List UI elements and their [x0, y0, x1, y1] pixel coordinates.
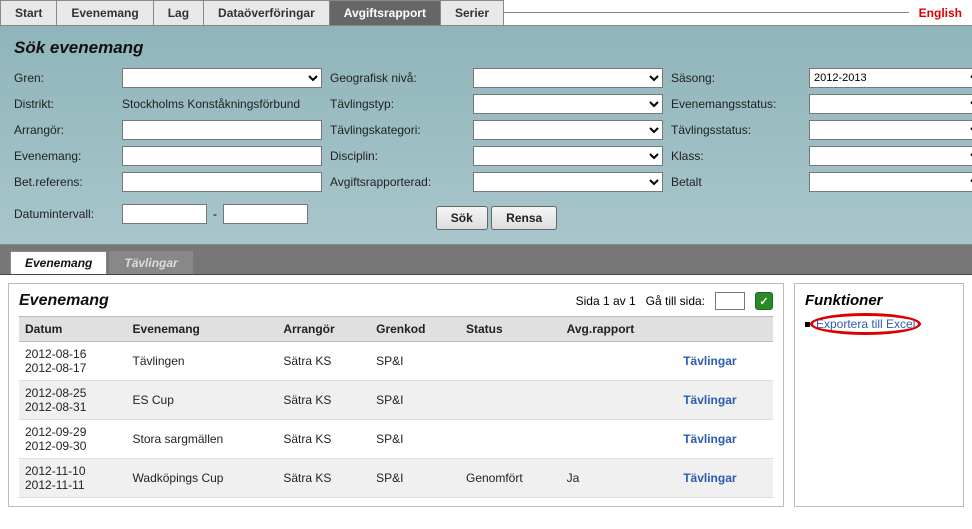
page-input[interactable] — [715, 292, 745, 310]
label-tavtyp: Tävlingstyp: — [330, 97, 465, 111]
language-toggle[interactable]: English — [909, 1, 972, 25]
export-excel-link[interactable]: Exportera till Excel — [816, 317, 915, 331]
label-tavstatus: Tävlingsstatus: — [671, 123, 801, 137]
label-evstatus: Evenemangsstatus: — [671, 97, 801, 111]
cell-avg — [561, 420, 678, 459]
tavlingar-link[interactable]: Tävlingar — [683, 354, 736, 368]
select-tavkat[interactable] — [473, 120, 663, 140]
select-evstatus[interactable] — [809, 94, 972, 114]
search-panel: Sök evenemang Gren: Geografisk nivå: Säs… — [0, 26, 972, 245]
input-betref[interactable] — [122, 172, 322, 192]
cell-date: 2012-09-292012-09-30 — [19, 420, 127, 459]
functions-title: Funktioner — [805, 292, 953, 309]
th-link — [677, 317, 773, 342]
select-gren[interactable] — [122, 68, 322, 88]
nav-lag[interactable]: Lag — [153, 0, 204, 25]
search-title: Sök evenemang — [14, 38, 958, 58]
label-betref: Bet.referens: — [14, 175, 114, 189]
tavlingar-link[interactable]: Tävlingar — [683, 471, 736, 485]
subtab-tavlingar[interactable]: Tävlingar — [109, 251, 192, 274]
label-arrangor: Arrangör: — [14, 123, 114, 137]
input-date-from[interactable] — [122, 204, 207, 224]
label-betalt: Betalt — [671, 175, 801, 189]
label-distrikt: Distrikt: — [14, 97, 114, 111]
label-geoniva: Geografisk nivå: — [330, 71, 465, 85]
cell-arrangor: Sätra KS — [277, 459, 370, 498]
tavlingar-link[interactable]: Tävlingar — [683, 432, 736, 446]
results-panel: Evenemang Sida 1 av 1 Gå till sida: ✓ Da… — [8, 283, 784, 507]
select-klass[interactable] — [809, 146, 972, 166]
select-avgrap[interactable] — [473, 172, 663, 192]
table-row: 2012-09-292012-09-30Stora sargmällenSätr… — [19, 420, 773, 459]
th-grenkod: Grenkod — [370, 317, 460, 342]
cell-avg — [561, 381, 678, 420]
label-datum: Datumintervall: — [14, 207, 114, 221]
rensa-button[interactable]: Rensa — [491, 206, 557, 230]
sok-button[interactable]: Sök — [436, 206, 488, 230]
cell-status: Genomfört — [460, 459, 561, 498]
label-tavkat: Tävlingskategori: — [330, 123, 465, 137]
cell-status — [460, 381, 561, 420]
table-row: 2012-08-162012-08-17TävlingenSätra KSSP&… — [19, 342, 773, 381]
cell-name: Tävlingen — [127, 342, 278, 381]
select-tavtyp[interactable] — [473, 94, 663, 114]
th-datum: Datum — [19, 317, 127, 342]
cell-grenkod: SP&I — [370, 459, 460, 498]
results-table: Datum Evenemang Arrangör Grenkod Status … — [19, 316, 773, 498]
results-title: Evenemang — [19, 292, 109, 310]
sub-tabs: Evenemang Tävlingar — [0, 245, 972, 275]
cell-name: Wadköpings Cup — [127, 459, 278, 498]
nav-dataoverforingar[interactable]: Dataöverföringar — [203, 0, 330, 25]
cell-avg: Ja — [561, 459, 678, 498]
label-evenemang: Evenemang: — [14, 149, 114, 163]
select-disciplin[interactable] — [473, 146, 663, 166]
select-betalt[interactable] — [809, 172, 972, 192]
select-tavstatus[interactable] — [809, 120, 972, 140]
cell-status — [460, 420, 561, 459]
subtab-evenemang[interactable]: Evenemang — [10, 251, 107, 274]
main-nav: Start Evenemang Lag Dataöverföringar Avg… — [0, 0, 972, 26]
cell-grenkod: SP&I — [370, 381, 460, 420]
th-arrangor: Arrangör — [277, 317, 370, 342]
page-go-button[interactable]: ✓ — [755, 292, 773, 310]
cell-grenkod: SP&I — [370, 420, 460, 459]
label-klass: Klass: — [671, 149, 801, 163]
th-evenemang: Evenemang — [127, 317, 278, 342]
tavlingar-link[interactable]: Tävlingar — [683, 393, 736, 407]
th-avgrapport: Avg.rapport — [561, 317, 678, 342]
goto-label: Gå till sida: — [646, 294, 705, 308]
select-geoniva[interactable] — [473, 68, 663, 88]
label-disciplin: Disciplin: — [330, 149, 465, 163]
table-row: 2012-11-102012-11-11Wadköpings CupSätra … — [19, 459, 773, 498]
page-info: Sida 1 av 1 — [576, 294, 636, 308]
cell-arrangor: Sätra KS — [277, 381, 370, 420]
nav-evenemang[interactable]: Evenemang — [56, 0, 153, 25]
cell-arrangor: Sätra KS — [277, 420, 370, 459]
cell-status — [460, 342, 561, 381]
label-sasong: Säsong: — [671, 71, 801, 85]
cell-avg — [561, 342, 678, 381]
cell-date: 2012-11-102012-11-11 — [19, 459, 127, 498]
functions-panel: Funktioner Exportera till Excel — [794, 283, 964, 507]
cell-name: ES Cup — [127, 381, 278, 420]
cell-grenkod: SP&I — [370, 342, 460, 381]
nav-serier[interactable]: Serier — [440, 0, 504, 25]
nav-start[interactable]: Start — [0, 0, 57, 25]
cell-arrangor: Sätra KS — [277, 342, 370, 381]
input-evenemang[interactable] — [122, 146, 322, 166]
label-avgrap: Avgiftsrapporterad: — [330, 175, 465, 189]
cell-name: Stora sargmällen — [127, 420, 278, 459]
cell-date: 2012-08-162012-08-17 — [19, 342, 127, 381]
table-row: 2012-08-252012-08-31ES CupSätra KSSP&I Tä… — [19, 381, 773, 420]
input-date-to[interactable] — [223, 204, 308, 224]
select-sasong[interactable]: 2012-2013 — [809, 68, 972, 88]
value-distrikt: Stockholms Konståkningsförbund — [122, 97, 322, 111]
input-arrangor[interactable] — [122, 120, 322, 140]
nav-avgiftsrapport[interactable]: Avgiftsrapport — [329, 0, 441, 25]
label-gren: Gren: — [14, 71, 114, 85]
cell-date: 2012-08-252012-08-31 — [19, 381, 127, 420]
th-status: Status — [460, 317, 561, 342]
